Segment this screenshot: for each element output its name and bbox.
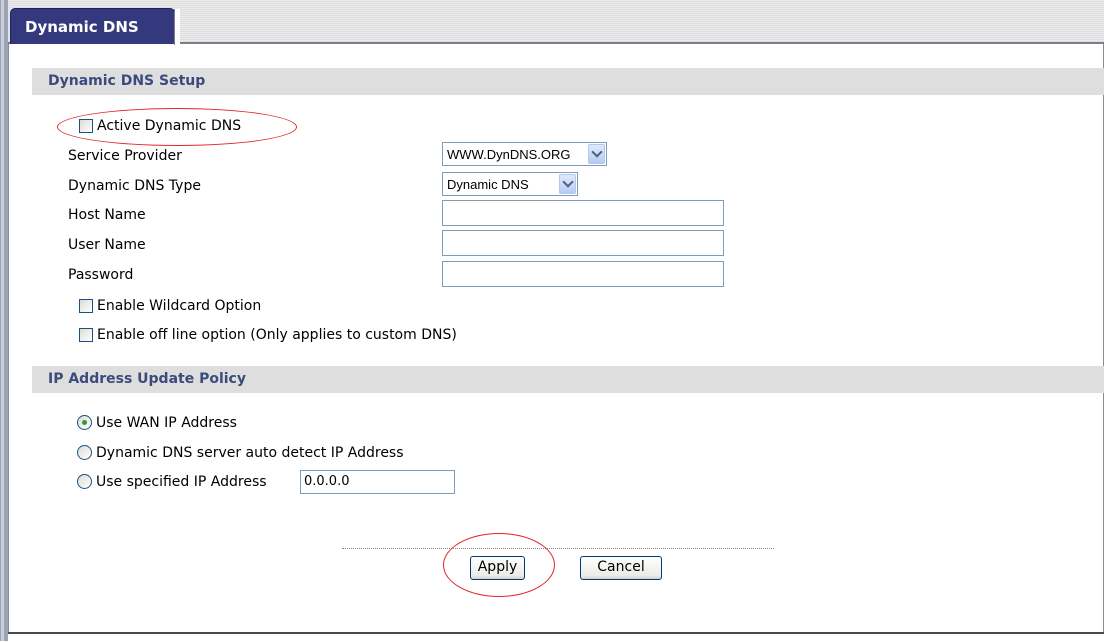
dynamic-dns-page: Dynamic DNS Dynamic DNS Setup Active Dyn… [0,0,1104,643]
service-provider-label: Service Provider [68,148,182,164]
apply-button[interactable]: Apply [470,556,525,580]
user-name-label: User Name [68,237,146,253]
radio-specified-ip-label: Use specified IP Address [96,474,267,490]
active-dynamic-dns-label: Active Dynamic DNS [97,118,242,134]
user-name-input[interactable] [442,230,724,256]
radio-use-wan-ip-label: Use WAN IP Address [96,415,237,431]
dns-type-select[interactable]: Dynamic DNS [442,172,578,196]
button-divider [342,548,774,549]
chevron-down-icon[interactable] [588,144,605,164]
service-provider-select[interactable]: WWW.DynDNS.ORG [442,142,607,166]
section-ip-update-policy-title: IP Address Update Policy [48,371,246,387]
host-name-label: Host Name [68,207,146,223]
specified-ip-value: 0.0.0.0 [304,474,350,489]
apply-button-label: Apply [477,559,518,575]
password-input[interactable] [442,261,724,287]
radio-use-wan-ip[interactable] [77,415,92,430]
dns-type-value: Dynamic DNS [447,177,529,192]
active-dynamic-dns-checkbox[interactable] [79,119,93,133]
tab-dynamic-dns-label: Dynamic DNS [25,18,139,36]
radio-specified-ip[interactable] [77,474,92,489]
wildcard-checkbox[interactable] [79,299,93,313]
host-name-input[interactable] [442,200,724,226]
tab-dynamic-dns[interactable]: Dynamic DNS [10,8,180,45]
section-ip-update-policy: IP Address Update Policy [32,366,1104,393]
cancel-button[interactable]: Cancel [580,556,662,580]
service-provider-value: WWW.DynDNS.ORG [447,147,571,162]
offline-option-checkbox[interactable] [79,328,93,342]
wildcard-label: Enable Wildcard Option [97,298,262,314]
radio-auto-detect-ip[interactable] [77,445,92,460]
window-left-edge-highlight [1,0,4,641]
section-dynamic-dns-setup: Dynamic DNS Setup [32,68,1104,95]
tab-strip: Dynamic DNS [8,0,1104,45]
password-label: Password [68,267,134,283]
specified-ip-input[interactable]: 0.0.0.0 [300,470,455,494]
cancel-button-label: Cancel [597,559,645,575]
radio-auto-detect-ip-label: Dynamic DNS server auto detect IP Addres… [96,445,404,461]
offline-option-label: Enable off line option (Only applies to … [97,327,457,343]
frame-bottom-border [8,632,1104,643]
section-dynamic-dns-setup-title: Dynamic DNS Setup [48,73,206,89]
chevron-down-icon[interactable] [559,174,576,194]
dns-type-label: Dynamic DNS Type [68,178,201,194]
